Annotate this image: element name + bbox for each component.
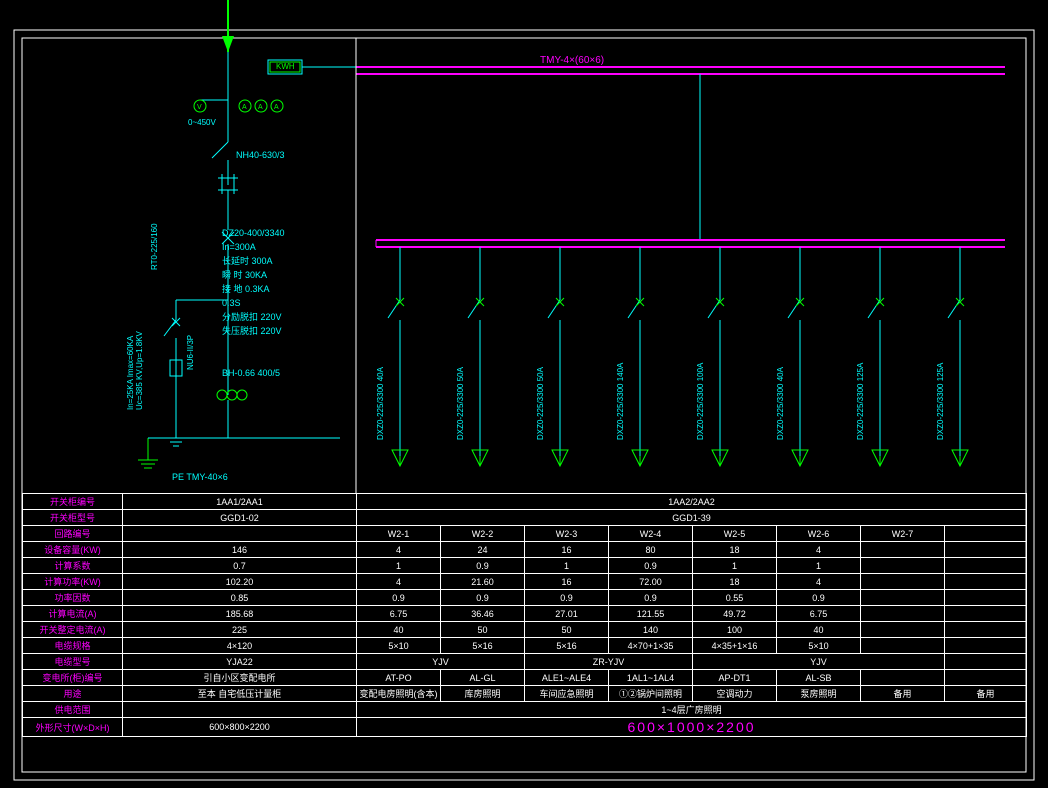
- feeder-breaker-label: DXZ0-225/3300 140A: [616, 310, 625, 440]
- kwh-label: KWH: [276, 62, 295, 71]
- feeder-breaker-label: DXZ0-225/3300 40A: [776, 310, 785, 440]
- feeder-breaker-label: DXZ0-225/3300 100A: [696, 310, 705, 440]
- busbar-label: TMY-4×(60×6): [540, 55, 604, 66]
- pe-label: PE TMY-40×6: [172, 472, 228, 482]
- feeder-breaker-label: DXZ0-225/3300 50A: [456, 310, 465, 440]
- spd-params: In=25KA Imax=60KA Uc=385 KV,Up=1.8KV: [126, 290, 144, 410]
- ct-label: BH-0.66 400/5: [222, 368, 280, 378]
- feeder-breaker-label: DXZ0-225/3300 40A: [376, 310, 385, 440]
- switch-label: NH40-630/3: [236, 150, 285, 160]
- fuse-left: RT0-225/160: [150, 180, 159, 270]
- breaker-block: DZ20-400/3340 In=300A 长延时 300A 瞬 时 30KA …: [222, 226, 285, 338]
- feeder-breaker-label: DXZ0-225/3300 125A: [936, 310, 945, 440]
- feeder-breaker-label: DXZ0-225/3300 50A: [536, 310, 545, 440]
- feeder-breaker-label: DXZ0-225/3300 125A: [856, 310, 865, 440]
- diagram-stage: { "busbar_label": "TMY-4×(60×6)", "kwh":…: [0, 0, 1048, 788]
- volt-range: 0~450V: [188, 118, 216, 127]
- data-table: 开关柜编号1AA1/2AA11AA2/2AA2开关柜型号GGD1-02GGD1-…: [22, 493, 1027, 737]
- spd-label: NU6-II/3P: [186, 300, 195, 370]
